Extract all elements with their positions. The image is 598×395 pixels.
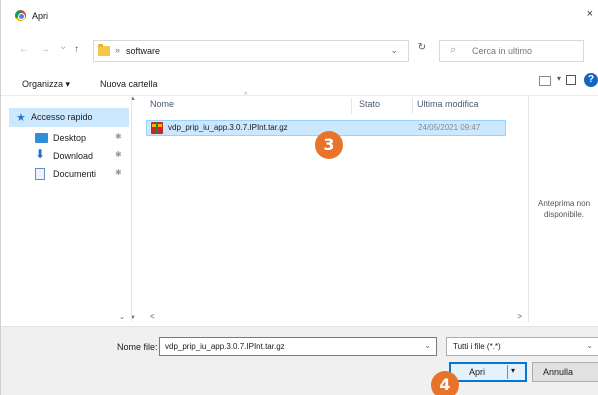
pin-icon: ✱ — [115, 132, 122, 141]
column-separator[interactable] — [351, 98, 352, 114]
pin-icon: ✱ — [115, 150, 122, 159]
pane-divider[interactable] — [131, 96, 132, 322]
column-header-status[interactable]: Stato — [359, 99, 380, 115]
scroll-down-icon[interactable]: ⌄ — [119, 313, 125, 321]
folder-icon — [98, 44, 110, 56]
address-bar[interactable]: » software ⌄ — [93, 40, 409, 62]
navigation-pane: ▲ ★ Accesso rapido Desktop ✱ ⬇ Download … — [9, 96, 136, 322]
column-header-modified[interactable]: Ultima modifica — [417, 99, 479, 115]
sort-indicator-icon: ^ — [244, 92, 248, 99]
window-title: Apri — [32, 11, 49, 21]
search-input[interactable]: ⌕ Cerca in ultimo — [439, 40, 584, 62]
navigation-bar: ← → ⌄ ↑ » software ⌄ ↻ ⌕ Cerca in ultimo — [1, 38, 598, 64]
split-divider — [507, 365, 508, 379]
open-dropdown-icon[interactable]: ▾ — [511, 366, 515, 375]
chrome-icon — [15, 10, 26, 21]
preview-message: Anteprima non disponibile. — [537, 199, 591, 219]
step-callout-3: 3 — [315, 131, 343, 159]
view-dropdown-icon[interactable]: ▾ — [557, 74, 561, 83]
horizontal-scrollbar[interactable]: < > — [140, 312, 526, 324]
star-icon: ★ — [16, 112, 26, 124]
file-type-value: Tutti i file (*.*) — [453, 342, 501, 351]
forward-arrow-icon[interactable]: → — [40, 44, 50, 55]
desktop-icon — [35, 133, 48, 143]
filename-value: vdp_prip_iu_app.3.0.7.IPInt.tar.gz — [165, 342, 285, 351]
file-modified-date: 24/05/2021 09:47 — [418, 123, 481, 132]
sidebar-item-label: Download — [53, 151, 94, 161]
sidebar-item-quick-access[interactable]: ★ Accesso rapido — [9, 108, 129, 127]
breadcrumb-separator-icon: » — [115, 45, 121, 55]
up-arrow-icon[interactable]: ↑ — [74, 44, 79, 55]
sidebar-item-download[interactable]: ⬇ Download ✱ — [9, 147, 129, 165]
filename-label: Nome file: — [117, 342, 158, 352]
open-button-label: Apri — [469, 367, 486, 377]
sidebar-item-label: Desktop — [53, 133, 87, 143]
help-icon[interactable]: ? — [584, 73, 598, 87]
filename-field[interactable]: vdp_prip_iu_app.3.0.7.IPInt.tar.gz ⌄ — [159, 337, 437, 356]
sidebar-item-documents[interactable]: Documenti ✱ — [9, 165, 129, 183]
cancel-button-label: Annulla — [543, 367, 574, 377]
column-separator[interactable] — [412, 98, 413, 114]
chevron-down-icon[interactable]: ⌄ — [424, 341, 431, 350]
documents-icon — [35, 168, 45, 180]
search-placeholder: Cerca in ultimo — [472, 46, 533, 56]
open-button[interactable]: Apri ▾ — [449, 362, 527, 382]
dialog-footer: Nome file: vdp_prip_iu_app.3.0.7.IPInt.t… — [1, 326, 598, 395]
search-icon: ⌕ — [450, 44, 457, 56]
pin-icon: ✱ — [115, 168, 122, 177]
archive-file-icon — [151, 122, 163, 134]
recent-locations-icon[interactable]: ⌄ — [59, 41, 67, 52]
file-type-filter[interactable]: Tutti i file (*.*) ⌄ — [446, 337, 598, 356]
file-list: ^ Nome Stato Ultima modifica vdp_prip_iu… — [140, 92, 526, 312]
sidebar-item-label: Accesso rapido — [31, 112, 93, 122]
new-folder-button[interactable]: Nuova cartella — [100, 79, 158, 89]
organize-button[interactable]: Organizza ▾ — [22, 79, 70, 90]
preview-pane-icon[interactable] — [566, 75, 576, 85]
open-file-dialog: Apri × ← → ⌄ ↑ » software ⌄ ↻ ⌕ Cerca in… — [0, 0, 598, 395]
chevron-down-icon[interactable]: ⌄ — [586, 341, 593, 350]
close-icon[interactable]: × — [587, 8, 593, 20]
back-arrow-icon[interactable]: ← — [19, 44, 29, 55]
scroll-right-icon[interactable]: > — [517, 312, 522, 321]
scroll-left-icon[interactable]: < — [150, 312, 155, 321]
breadcrumb[interactable]: software — [126, 46, 160, 56]
view-options-icon[interactable] — [539, 76, 551, 86]
cancel-button[interactable]: Annulla — [532, 362, 598, 382]
command-toolbar: Organizza ▾ Nuova cartella ▾ ? — [1, 72, 598, 96]
refresh-icon[interactable]: ↻ — [411, 42, 433, 60]
sidebar-item-label: Documenti — [53, 169, 97, 179]
download-icon: ⬇ — [35, 147, 46, 161]
chevron-down-icon[interactable]: ⌄ — [390, 45, 398, 56]
step-callout-4: 4 — [431, 371, 459, 395]
column-header-name[interactable]: Nome — [150, 99, 174, 115]
file-name: vdp_prip_iu_app.3.0.7.IPInt.tar.gz — [168, 123, 288, 132]
sidebar-item-desktop[interactable]: Desktop ✱ — [9, 129, 129, 147]
title-bar: Apri × — [1, 0, 598, 34]
